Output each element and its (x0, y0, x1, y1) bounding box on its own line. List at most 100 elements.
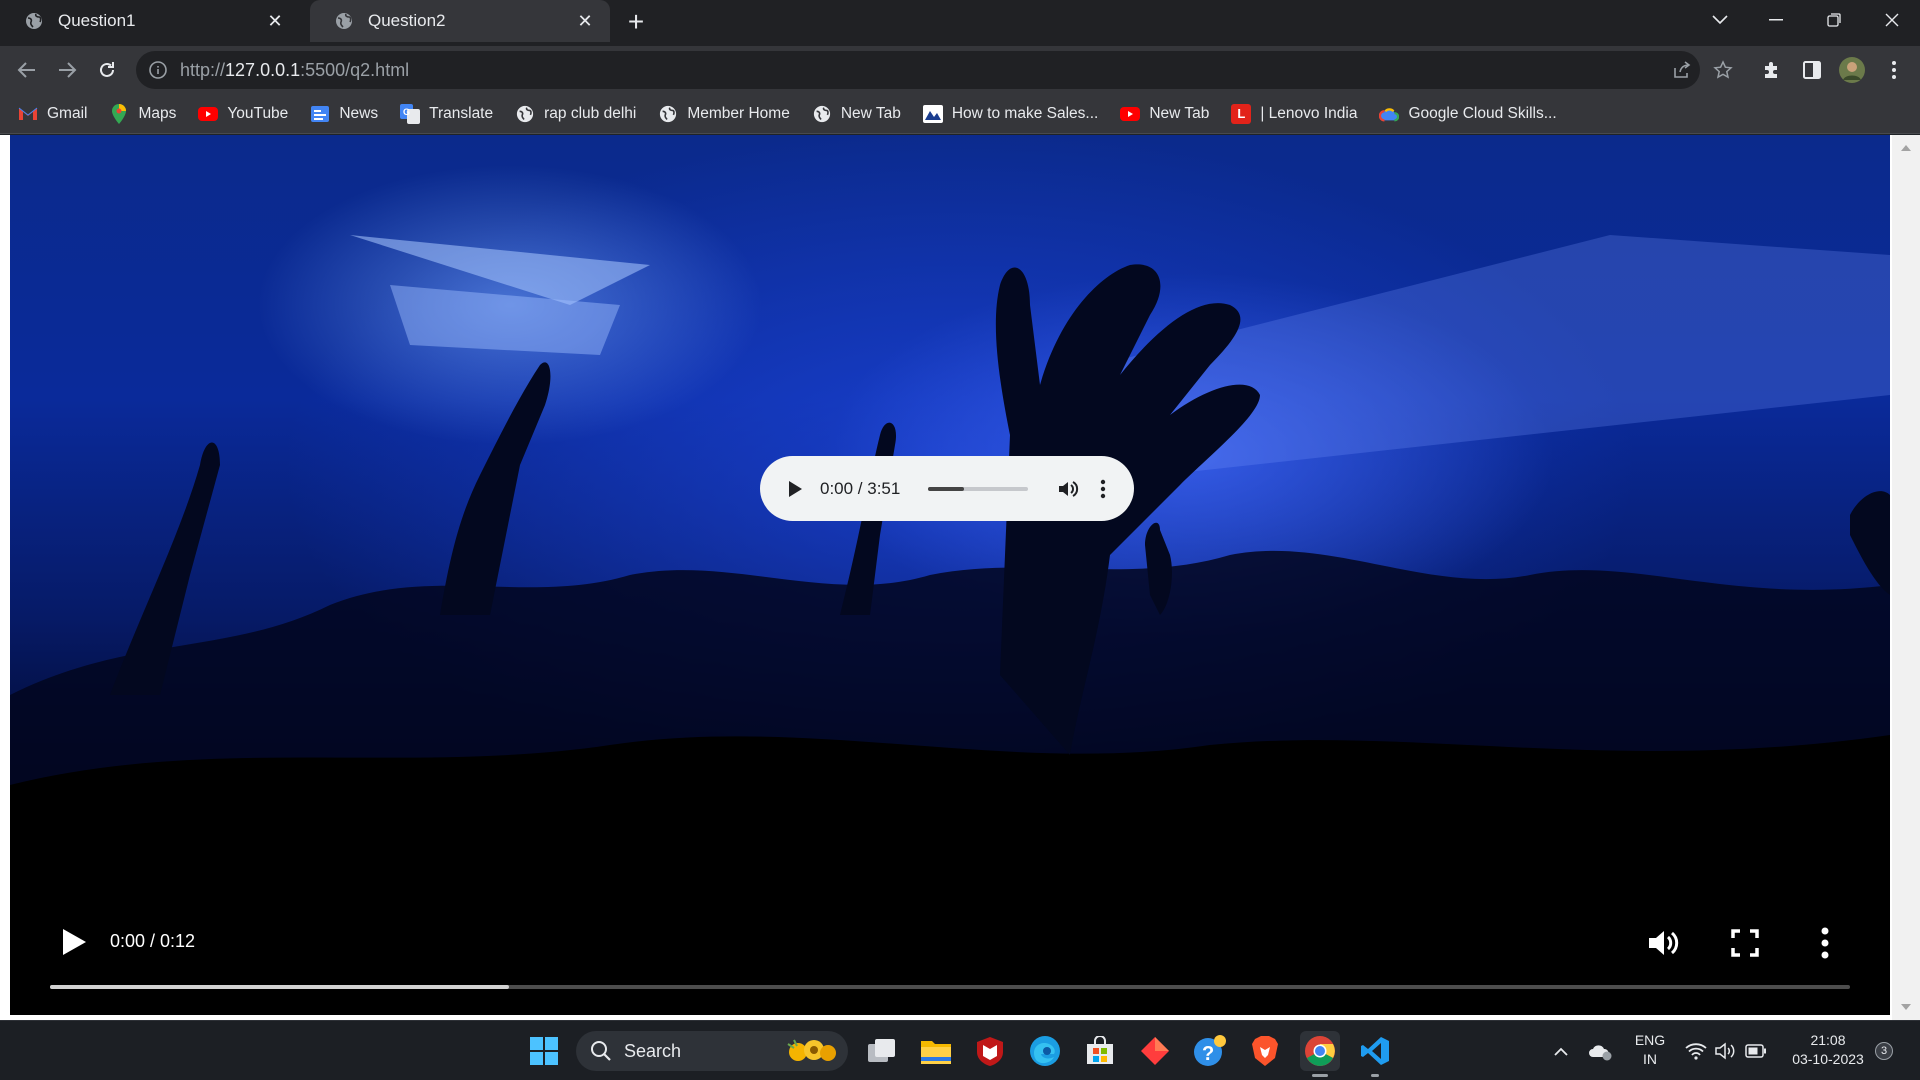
minimize-button[interactable] (1748, 0, 1804, 40)
taskbar-search[interactable]: Search (576, 1031, 848, 1071)
speaker-icon (1715, 1042, 1735, 1060)
minimize-icon (1769, 19, 1783, 21)
bookmark-star-button[interactable] (1708, 55, 1738, 85)
bookmark-label: rap club delhi (544, 104, 637, 122)
share-button[interactable] (1667, 55, 1697, 85)
diamond-app-icon (1141, 1037, 1169, 1065)
lenovo-icon: L (1231, 103, 1252, 124)
restore-button[interactable] (1806, 0, 1862, 40)
edge-button[interactable] (1025, 1031, 1065, 1071)
close-window-button[interactable] (1864, 0, 1920, 40)
tab-question1[interactable]: Question1 ✕ (0, 0, 300, 42)
microsoft-store-button[interactable] (1080, 1031, 1120, 1071)
video-buffered-bar (50, 985, 509, 989)
brave-button[interactable] (1245, 1031, 1285, 1071)
bookmark-label: News (339, 104, 379, 122)
audio-more-options-button[interactable] (1100, 479, 1106, 499)
clock-date: 03-10-2023 (1792, 1051, 1864, 1067)
video-volume-button[interactable] (1647, 927, 1681, 959)
globe-icon (812, 104, 832, 124)
audio-player[interactable]: 0:00 / 3:51 (760, 456, 1134, 521)
chrome-button[interactable] (1300, 1031, 1340, 1071)
video-seek-bar[interactable] (50, 985, 1850, 989)
onedrive-button[interactable] (1583, 1031, 1619, 1071)
windows-logo-icon (530, 1037, 558, 1065)
bookmark-youtube[interactable]: YouTube (198, 104, 288, 124)
tab-search-button[interactable] (1692, 0, 1748, 40)
forward-arrow-icon (59, 62, 77, 78)
audio-time: 0:00 / 3:51 (820, 478, 901, 498)
back-button[interactable] (9, 52, 45, 88)
wifi-icon (1685, 1043, 1707, 1060)
video-more-options-button[interactable] (1821, 927, 1829, 959)
task-view-button[interactable] (862, 1031, 902, 1071)
video-fullscreen-button[interactable] (1731, 929, 1759, 957)
video-player[interactable]: 0:00 / 3:51 0:00 / 0:12 (10, 135, 1890, 1015)
side-panel-icon (1803, 61, 1821, 79)
forward-button[interactable] (49, 52, 85, 88)
reload-button[interactable] (89, 52, 125, 88)
site-icon (922, 104, 943, 124)
volume-button[interactable] (1710, 1031, 1742, 1071)
vscode-running-indicator (1371, 1074, 1379, 1077)
side-panel-button[interactable] (1794, 52, 1830, 88)
tab-question2[interactable]: Question2 ✕ (310, 0, 610, 42)
close-tab-icon[interactable]: ✕ (264, 10, 286, 32)
bookmark-label: New Tab (1149, 104, 1210, 122)
bookmark-how-to-make-sales[interactable]: How to make Sales... (922, 104, 1098, 124)
video-controls: 0:00 / 0:12 (10, 885, 1890, 1015)
extensions-button[interactable] (1754, 52, 1790, 88)
bookmark-news[interactable]: News (310, 104, 378, 124)
vscode-button[interactable] (1355, 1031, 1395, 1071)
get-help-button[interactable]: ? (1190, 1031, 1230, 1071)
clock-time: 21:08 (1810, 1032, 1846, 1048)
file-explorer-button[interactable] (916, 1031, 956, 1071)
gmail-icon (18, 104, 38, 124)
brave-lion-icon (1252, 1036, 1278, 1066)
bookmark-gmail[interactable]: Gmail (18, 104, 87, 124)
close-icon (1885, 13, 1899, 27)
svg-text:?: ? (1202, 1043, 1214, 1065)
chrome-icon (1305, 1036, 1335, 1066)
app-button-red[interactable] (1135, 1031, 1175, 1071)
chrome-menu-button[interactable] (1876, 52, 1912, 88)
bookmark-member-home[interactable]: Member Home (658, 104, 790, 124)
bookmark-translate[interactable]: G Translate (400, 103, 493, 124)
bookmark-label: Google Cloud Skills... (1408, 104, 1557, 122)
audio-play-button[interactable] (786, 480, 804, 498)
address-bar[interactable]: http://127.0.0.1:5500/q2.html (136, 51, 1700, 89)
cloud-sync-icon (1589, 1045, 1612, 1061)
close-tab-icon[interactable]: ✕ (574, 10, 596, 32)
video-play-button[interactable] (60, 927, 88, 957)
youtube-icon (1120, 104, 1141, 124)
language-indicator[interactable]: ENG IN (1628, 1031, 1672, 1069)
reload-icon (100, 62, 114, 77)
scroll-down-arrow-icon[interactable] (1901, 1004, 1911, 1010)
bookmark-lenovo-india[interactable]: L | Lenovo India (1231, 103, 1357, 124)
show-hidden-icons-button[interactable] (1543, 1031, 1579, 1071)
bookmark-new-tab[interactable]: New Tab (812, 104, 901, 124)
battery-icon (1745, 1044, 1766, 1058)
notification-button[interactable]: 3 (1872, 1039, 1896, 1063)
new-tab-button[interactable]: + (620, 6, 652, 38)
audio-seek-bar[interactable] (928, 486, 1028, 491)
scroll-up-arrow-icon[interactable] (1901, 145, 1911, 151)
bookmark-new-tab-youtube[interactable]: New Tab (1120, 104, 1209, 124)
search-label: Search (624, 1040, 682, 1061)
browser-toolbar: http://127.0.0.1:5500/q2.html (0, 46, 1920, 94)
audio-volume-button[interactable] (1056, 477, 1080, 501)
site-info-icon[interactable] (148, 60, 168, 80)
battery-button[interactable] (1740, 1031, 1772, 1071)
mcafee-button[interactable] (970, 1031, 1010, 1071)
profile-button[interactable] (1834, 52, 1870, 88)
start-button[interactable] (524, 1031, 564, 1071)
page-scrollbar[interactable] (1892, 135, 1920, 1020)
wifi-button[interactable] (1680, 1031, 1712, 1071)
avatar (1839, 57, 1865, 83)
share-icon (1674, 61, 1691, 78)
bookmark-google-cloud-skills[interactable]: Google Cloud Skills... (1379, 104, 1557, 124)
bookmark-maps[interactable]: Maps (109, 103, 177, 124)
bookmark-label: Maps (138, 104, 177, 122)
bookmark-rap-club-delhi[interactable]: rap club delhi (515, 104, 636, 124)
clock[interactable]: 21:08 03-10-2023 (1780, 1031, 1876, 1069)
